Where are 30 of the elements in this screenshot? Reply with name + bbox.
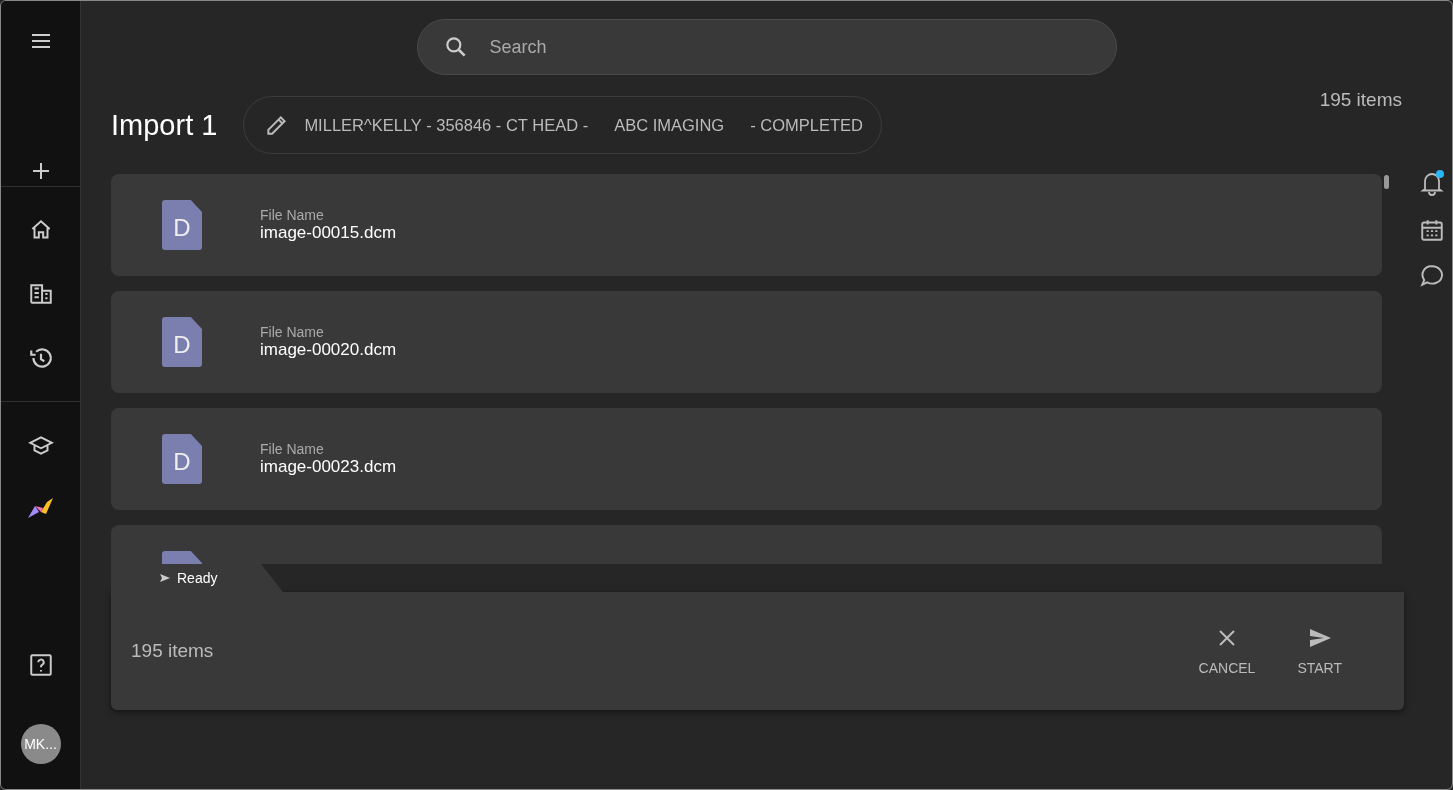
field-label: File Name (260, 441, 325, 457)
help-icon[interactable] (27, 652, 54, 678)
document-icon: D (162, 317, 202, 367)
study-text: MILLER^KELLY - 356846 - CT HEAD - (304, 115, 589, 135)
field-label: File Name (260, 324, 325, 340)
start-button[interactable]: START (1285, 620, 1354, 682)
chat-bubble-icon[interactable] (1419, 263, 1445, 289)
file-card[interactable]: D File Name image-00020.dcm (111, 291, 1382, 393)
document-icon: D (162, 200, 202, 250)
file-name: image-00020.dcm (260, 340, 397, 360)
logo-icon[interactable] (26, 496, 55, 520)
file-card[interactable]: D File Name image-00023.dcm (111, 408, 1382, 510)
history-icon[interactable] (27, 345, 54, 371)
page-title: Import 1 (111, 108, 218, 142)
field-label: File Name (260, 207, 325, 223)
study-text: ABC IMAGING (614, 115, 725, 135)
study-text: - COMPLETED (750, 115, 863, 135)
file-name: image-00023.dcm (260, 457, 397, 477)
building-icon[interactable] (27, 281, 54, 307)
send-icon (159, 572, 171, 584)
file-card[interactable]: D File Name image-00015.dcm (111, 174, 1382, 276)
document-icon: D (162, 434, 202, 484)
scrollbar[interactable] (1384, 175, 1389, 189)
cancel-button[interactable]: CANCEL (1186, 620, 1268, 682)
item-count: 195 items (131, 640, 214, 662)
calendar-icon[interactable] (1419, 217, 1445, 243)
bell-icon[interactable] (1418, 169, 1446, 197)
search-field[interactable]: Search (416, 19, 1117, 75)
file-name: image-00015.dcm (260, 223, 397, 243)
item-count: 195 items (1319, 89, 1402, 111)
